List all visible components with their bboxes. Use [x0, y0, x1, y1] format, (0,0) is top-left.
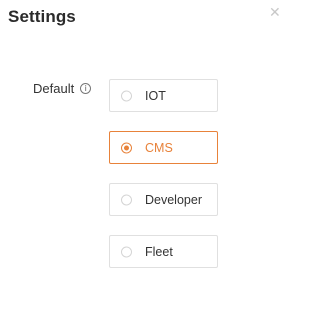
settings-panel: Settings ✕ Default i IOT CMS Developer F… [0, 0, 281, 310]
option-label: Fleet [145, 244, 173, 259]
option-label: IOT [145, 88, 166, 103]
panel-title: Settings [8, 7, 76, 26]
option-fleet[interactable]: Fleet [109, 235, 218, 268]
radio-circle-icon[interactable] [121, 194, 132, 205]
default-label-text: Default [33, 81, 75, 96]
option-cms[interactable]: CMS [109, 131, 218, 164]
info-icon[interactable]: i [80, 83, 92, 94]
default-radio-group: IOT CMS Developer Fleet [109, 79, 218, 287]
radio-circle-icon[interactable] [121, 246, 132, 257]
close-icon[interactable]: ✕ [269, 5, 281, 19]
option-iot[interactable]: IOT [109, 79, 218, 112]
radio-circle-icon[interactable] [121, 90, 132, 101]
default-field-label: Default i [33, 81, 92, 96]
option-label: Developer [145, 192, 202, 207]
radio-checked-icon[interactable] [121, 142, 132, 153]
option-developer[interactable]: Developer [109, 183, 218, 216]
option-label: CMS [145, 140, 173, 155]
